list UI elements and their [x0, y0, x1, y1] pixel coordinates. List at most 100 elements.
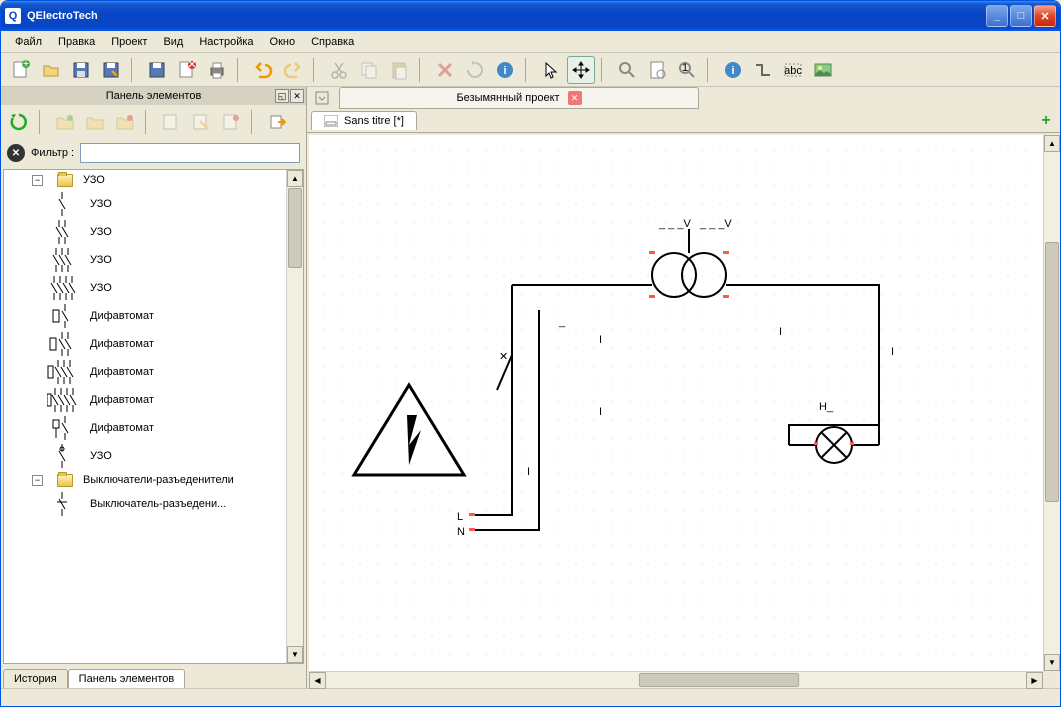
editcat-icon[interactable]	[81, 108, 109, 136]
item-label[interactable]: УЗО	[90, 450, 112, 462]
svg-text:I: I	[891, 346, 894, 358]
menu-settings[interactable]: Настройка	[191, 33, 261, 51]
elements-tree[interactable]: − УЗО УЗО УЗО УЗО УЗО Дифавтомат Дифавто…	[3, 169, 304, 664]
label-l: L	[457, 511, 463, 523]
item-label[interactable]: Дифавтомат	[90, 366, 154, 378]
menu-window[interactable]: Окно	[262, 33, 304, 51]
scroll-left-icon[interactable]: ◀	[309, 672, 326, 689]
item-label[interactable]: Дифавтомат	[90, 310, 154, 322]
canvas-hscroll[interactable]: ◀ ▶	[309, 671, 1043, 688]
scroll-up-icon[interactable]: ▲	[287, 170, 303, 187]
element-symbol-icon	[44, 416, 80, 440]
clear-filter-icon[interactable]: ✕	[7, 144, 25, 162]
item-label[interactable]: Выключатель-разъедени...	[90, 498, 226, 510]
menu-file[interactable]: Файл	[7, 33, 50, 51]
warning-symbol[interactable]	[354, 385, 464, 475]
newcat-icon[interactable]	[51, 108, 79, 136]
newel-icon[interactable]	[157, 108, 185, 136]
editor-area: Безымянный проект ✕ Sans titre [*] + _ _…	[307, 87, 1060, 688]
item-label[interactable]: Дифавтомат	[90, 422, 154, 434]
menu-project[interactable]: Проект	[103, 33, 155, 51]
project-tab[interactable]: Безымянный проект ✕	[339, 87, 699, 109]
canvas-vscroll[interactable]: ▲ ▼	[1043, 135, 1060, 671]
close-button[interactable]: ✕	[1034, 5, 1056, 27]
page-icon[interactable]	[643, 56, 671, 84]
zoom-icon[interactable]	[613, 56, 641, 84]
scroll-thumb[interactable]	[288, 188, 302, 268]
wire-icon[interactable]	[749, 56, 777, 84]
rotate-icon[interactable]	[461, 56, 489, 84]
print-icon[interactable]	[203, 56, 231, 84]
info2-icon[interactable]: i	[719, 56, 747, 84]
move-icon[interactable]	[567, 56, 595, 84]
sheet-tab[interactable]: Sans titre [*]	[311, 111, 417, 130]
item-label[interactable]: Дифавтомат	[90, 338, 154, 350]
collapse-icon[interactable]: −	[32, 175, 43, 186]
panel-close-button[interactable]: ✕	[290, 89, 304, 103]
copy-icon[interactable]	[355, 56, 383, 84]
menubar: Файл Правка Проект Вид Настройка Окно Сп…	[1, 31, 1060, 53]
tree-item: УЗО	[4, 218, 303, 246]
sheet-icon	[324, 115, 338, 127]
delcat-icon[interactable]	[111, 108, 139, 136]
menu-help[interactable]: Справка	[303, 33, 362, 51]
folder-label[interactable]: Выключатели-разъеденители	[83, 474, 234, 486]
scroll-thumb[interactable]	[1045, 242, 1059, 502]
open-icon[interactable]	[37, 56, 65, 84]
tab-elements[interactable]: Панель элементов	[68, 669, 186, 688]
tab-history[interactable]: История	[3, 669, 68, 688]
add-sheet-button[interactable]: +	[1036, 112, 1056, 130]
filter-input[interactable]	[80, 143, 300, 163]
element-symbol-icon	[44, 388, 80, 412]
maximize-button[interactable]: □	[1010, 5, 1032, 27]
panel-bottom-tabs: История Панель элементов	[1, 666, 306, 688]
scroll-down-icon[interactable]: ▼	[287, 646, 303, 663]
folder-label[interactable]: УЗО	[83, 174, 105, 186]
import-icon[interactable]	[263, 108, 291, 136]
save-icon[interactable]	[67, 56, 95, 84]
app-title: QElectroTech	[27, 10, 98, 22]
project-menu-icon[interactable]	[313, 89, 331, 107]
image-icon[interactable]	[809, 56, 837, 84]
new-icon[interactable]: +	[7, 56, 35, 84]
collapse-icon[interactable]: −	[32, 475, 43, 486]
scroll-right-icon[interactable]: ▶	[1026, 672, 1043, 689]
scroll-up-icon[interactable]: ▲	[1044, 135, 1060, 152]
panel-undock-button[interactable]: ◱	[275, 89, 289, 103]
item-label[interactable]: УЗО	[90, 282, 112, 294]
svg-text:I: I	[527, 466, 530, 478]
folder-icon	[57, 474, 73, 487]
item-label[interactable]: УЗО	[90, 254, 112, 266]
menu-view[interactable]: Вид	[155, 33, 191, 51]
minimize-button[interactable]: _	[986, 5, 1008, 27]
folder-icon	[57, 174, 73, 187]
saveas-icon[interactable]	[97, 56, 125, 84]
reload-icon[interactable]	[5, 108, 33, 136]
close-doc-icon[interactable]: ✕	[173, 56, 201, 84]
info-icon[interactable]: i	[491, 56, 519, 84]
element-symbol-icon	[44, 248, 80, 272]
save2-icon[interactable]	[143, 56, 171, 84]
item-label[interactable]: УЗО	[90, 198, 112, 210]
cut-icon[interactable]	[325, 56, 353, 84]
tree-scrollbar[interactable]: ▲ ▼	[286, 170, 303, 663]
item-label[interactable]: УЗО	[90, 226, 112, 238]
tree-item: Выключатель-разъедени...	[4, 490, 303, 518]
undo-icon[interactable]	[249, 56, 277, 84]
redo-icon[interactable]	[279, 56, 307, 84]
text-icon[interactable]: abc	[779, 56, 807, 84]
scroll-thumb[interactable]	[639, 673, 799, 687]
pointer-icon[interactable]	[537, 56, 565, 84]
delel-icon[interactable]	[217, 108, 245, 136]
paste-icon[interactable]	[385, 56, 413, 84]
editel-icon[interactable]	[187, 108, 215, 136]
svg-text:abc: abc	[784, 65, 802, 77]
element-symbol-icon	[44, 276, 80, 300]
item-label[interactable]: Дифавтомат	[90, 394, 154, 406]
zoomfit-icon[interactable]: 1	[673, 56, 701, 84]
scroll-down-icon[interactable]: ▼	[1044, 654, 1060, 671]
schematic-canvas[interactable]: _ _ _V _ _ _V ✕	[309, 135, 1043, 671]
delete-icon[interactable]	[431, 56, 459, 84]
menu-edit[interactable]: Правка	[50, 33, 103, 51]
close-tab-icon[interactable]: ✕	[568, 91, 582, 105]
